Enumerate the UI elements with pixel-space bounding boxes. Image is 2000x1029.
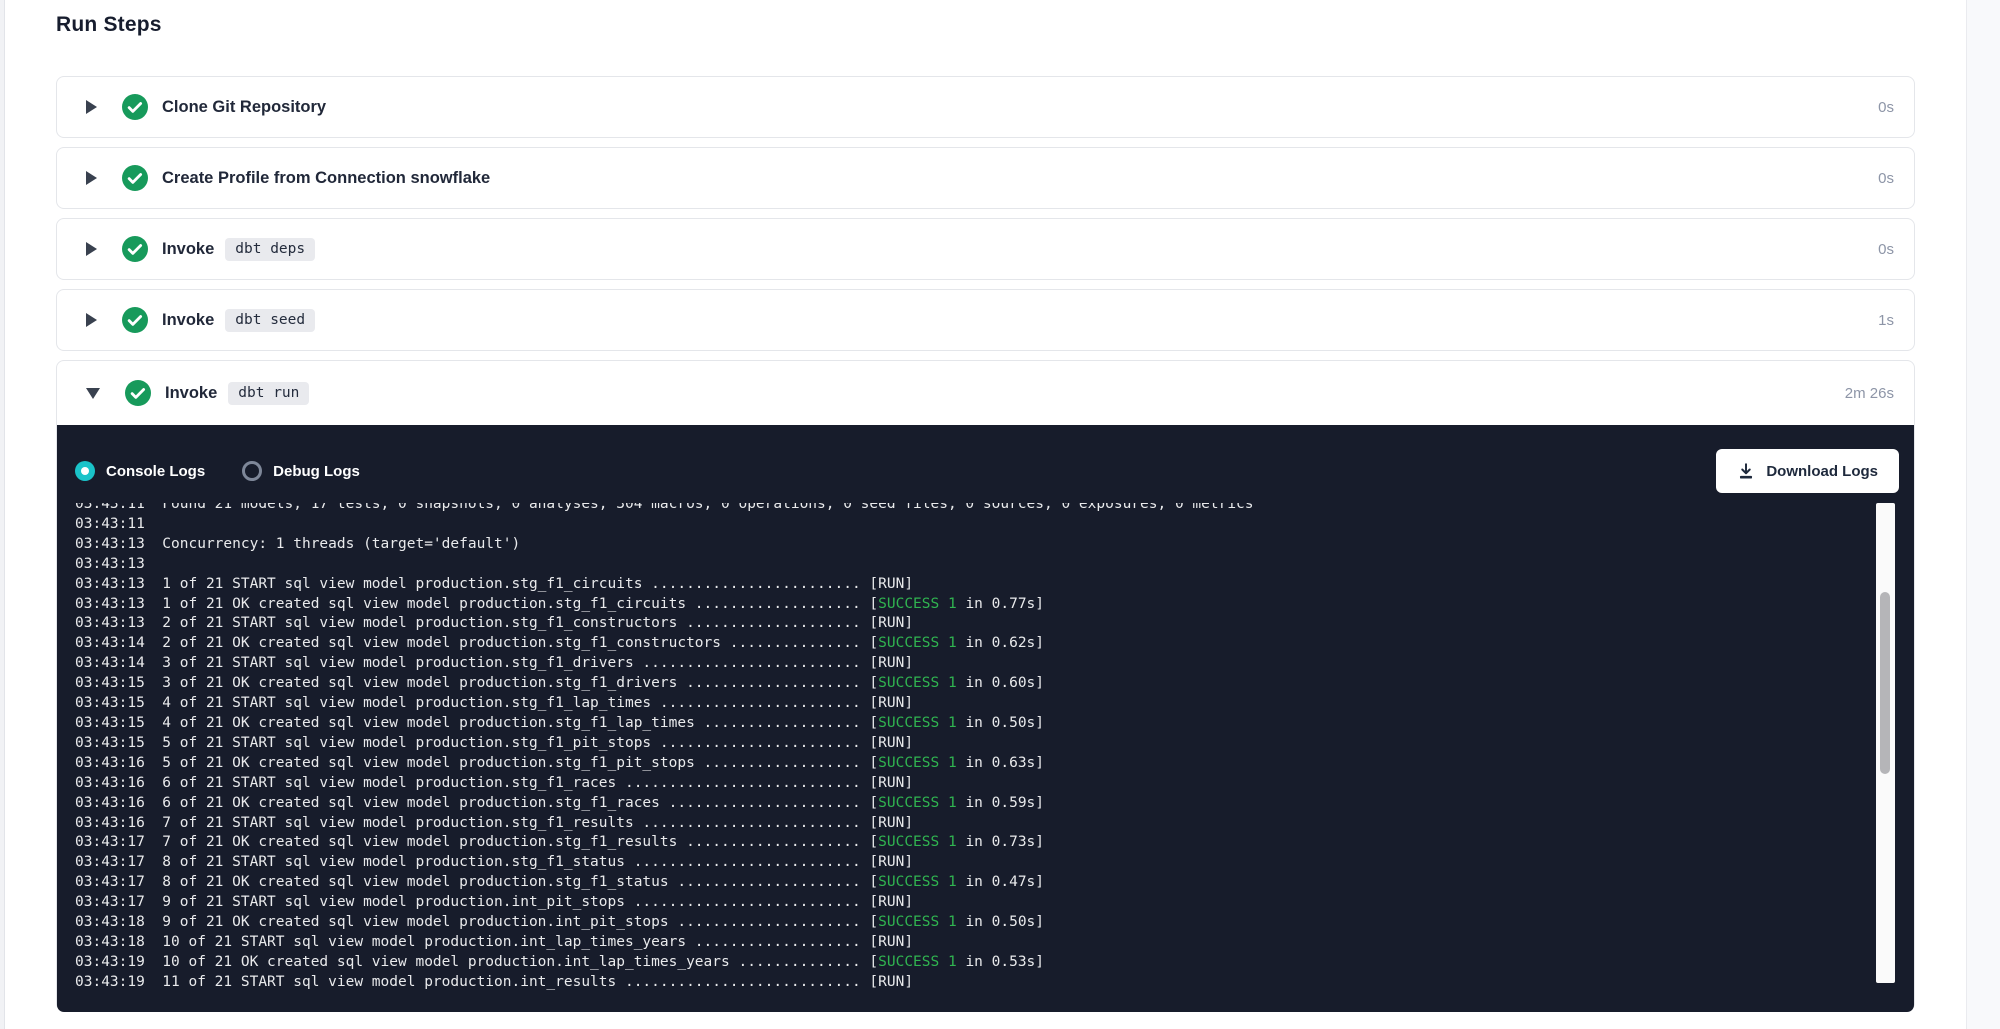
- step-label: Invoke: [162, 311, 214, 330]
- debug-logs-label: Debug Logs: [273, 463, 360, 480]
- log-line: 03:43:19 10 of 21 OK created sql view mo…: [75, 953, 1865, 973]
- log-line: 03:43:14 2 of 21 OK created sql view mod…: [75, 634, 1865, 654]
- step-command-badge: dbt deps: [225, 238, 315, 261]
- download-logs-label: Download Logs: [1766, 463, 1878, 480]
- chevron-down-icon[interactable]: [86, 388, 100, 399]
- chevron-right-icon[interactable]: [86, 313, 97, 327]
- log-line: 03:43:16 5 of 21 OK created sql view mod…: [75, 754, 1865, 774]
- step-duration: 0s: [1878, 99, 1894, 116]
- step-command-badge: dbt seed: [225, 309, 315, 332]
- run-step[interactable]: Create Profile from Connection snowflake…: [56, 147, 1915, 209]
- console-logs-option[interactable]: Console Logs: [75, 461, 205, 481]
- run-step-dbt-run: Invoke dbt run 2m 26s Console Logs Debug…: [56, 360, 1915, 1011]
- console-logs-label: Console Logs: [106, 463, 205, 480]
- log-line: 03:43:18 9 of 21 OK created sql view mod…: [75, 913, 1865, 933]
- console-logs-radio[interactable]: [75, 461, 95, 481]
- page-right-scroll-gutter[interactable]: [1966, 0, 2000, 1029]
- step-label: Invoke: [162, 240, 214, 259]
- chevron-right-icon[interactable]: [86, 100, 97, 114]
- run-steps-section: Run Steps Clone Git Repository 0s Create…: [56, 13, 1915, 1020]
- debug-logs-radio[interactable]: [242, 461, 262, 481]
- log-line: 03:43:18 10 of 21 START sql view model p…: [75, 933, 1865, 953]
- success-check-icon: [122, 94, 148, 120]
- log-line: 03:43:13 1 of 21 OK created sql view mod…: [75, 595, 1865, 615]
- step-label: Clone Git Repository: [162, 98, 326, 117]
- log-line: 03:43:19 11 of 21 START sql view model p…: [75, 973, 1865, 993]
- log-line: 03:43:17 8 of 21 OK created sql view mod…: [75, 873, 1865, 893]
- run-step[interactable]: Invoke dbt deps 0s: [56, 218, 1915, 280]
- log-line: 03:43:13 1 of 21 START sql view model pr…: [75, 575, 1865, 595]
- log-line: 03:43:13 Concurrency: 1 threads (target=…: [75, 535, 1865, 555]
- log-line: 03:43:17 9 of 21 START sql view model pr…: [75, 893, 1865, 913]
- log-lines: 03:43:11 Found 21 models, 17 tests, 0 sn…: [75, 503, 1865, 993]
- log-line: 03:43:11: [75, 515, 1865, 535]
- step-duration: 0s: [1878, 241, 1894, 258]
- success-check-icon: [122, 165, 148, 191]
- page-title: Run Steps: [56, 13, 1915, 37]
- log-scrollbar-thumb[interactable]: [1880, 592, 1890, 774]
- log-line: 03:43:15 4 of 21 OK created sql view mod…: [75, 714, 1865, 734]
- run-step[interactable]: Clone Git Repository 0s: [56, 76, 1915, 138]
- step-label: Invoke: [165, 384, 217, 403]
- step-label: Create Profile from Connection snowflake: [162, 169, 490, 188]
- success-check-icon: [125, 380, 151, 406]
- log-line: 03:43:17 7 of 21 OK created sql view mod…: [75, 833, 1865, 853]
- console-log-panel: Console Logs Debug Logs Download Logs: [57, 425, 1914, 1012]
- step-duration: 1s: [1878, 312, 1894, 329]
- log-scrollbar-track[interactable]: [1876, 503, 1895, 983]
- chevron-right-icon[interactable]: [86, 242, 97, 256]
- log-line: 03:43:16 6 of 21 START sql view model pr…: [75, 774, 1865, 794]
- log-line: 03:43:16 7 of 21 START sql view model pr…: [75, 814, 1865, 834]
- debug-logs-option[interactable]: Debug Logs: [242, 461, 360, 481]
- download-icon: [1737, 462, 1755, 480]
- log-line: 03:43:13 2 of 21 START sql view model pr…: [75, 614, 1865, 634]
- success-check-icon: [122, 236, 148, 262]
- chevron-right-icon[interactable]: [86, 171, 97, 185]
- console-header: Console Logs Debug Logs Download Logs: [57, 425, 1914, 503]
- log-line: 03:43:15 3 of 21 OK created sql view mod…: [75, 674, 1865, 694]
- log-line: 03:43:15 5 of 21 START sql view model pr…: [75, 734, 1865, 754]
- log-line: 03:43:13: [75, 555, 1865, 575]
- log-line: 03:43:17 8 of 21 START sql view model pr…: [75, 853, 1865, 873]
- run-step[interactable]: Invoke dbt seed 1s: [56, 289, 1915, 351]
- step-header[interactable]: Invoke dbt run 2m 26s: [57, 361, 1914, 425]
- log-line: 03:43:14 3 of 21 START sql view model pr…: [75, 654, 1865, 674]
- log-line: 03:43:15 4 of 21 START sql view model pr…: [75, 694, 1865, 714]
- log-line: 03:43:16 6 of 21 OK created sql view mod…: [75, 794, 1865, 814]
- log-line: 03:43:11 Found 21 models, 17 tests, 0 sn…: [75, 503, 1865, 515]
- step-duration: 0s: [1878, 170, 1894, 187]
- success-check-icon: [122, 307, 148, 333]
- download-logs-button[interactable]: Download Logs: [1716, 449, 1899, 493]
- step-command-badge: dbt run: [228, 382, 309, 405]
- console-log-output[interactable]: 03:43:11 Found 21 models, 17 tests, 0 sn…: [75, 503, 1865, 993]
- step-list: Clone Git Repository 0s Create Profile f…: [56, 76, 1915, 351]
- step-duration: 2m 26s: [1845, 385, 1894, 402]
- page-left-gutter: [0, 0, 5, 1029]
